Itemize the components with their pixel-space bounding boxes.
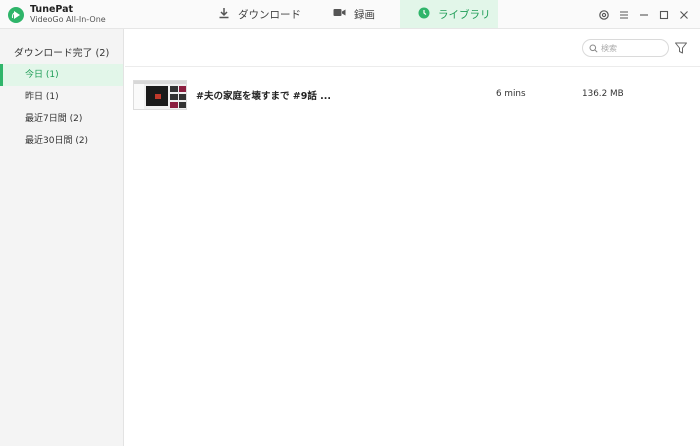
list-item[interactable]: #夫の家庭を壊すまで #9話 ... 6 mins 136.2 MB: [125, 77, 700, 113]
item-duration: 6 mins: [496, 89, 526, 99]
search-input[interactable]: [601, 41, 665, 55]
video-thumbnail: [133, 80, 187, 110]
clock-icon: [418, 7, 430, 22]
sidebar-item-today[interactable]: 今日 (1): [0, 64, 123, 86]
maximize-icon[interactable]: [657, 8, 671, 22]
search-box[interactable]: [582, 39, 669, 57]
sidebar-item-last-7-days[interactable]: 最近7日間 (2): [0, 108, 123, 130]
tab-label: ダウンロード: [238, 8, 301, 21]
video-camera-icon: [333, 7, 346, 21]
tab-record[interactable]: 録画: [327, 0, 401, 28]
app-subtitle: VideoGo All-In-One: [30, 15, 106, 24]
search-icon: [589, 44, 598, 53]
sidebar-item-last-30-days[interactable]: 最近30日間 (2): [0, 130, 123, 152]
sidebar: ダウンロード完了 (2) 今日 (1) 昨日 (1) 最近7日間 (2) 最近3…: [0, 29, 124, 446]
filter-icon[interactable]: [674, 40, 688, 54]
sidebar-item-yesterday[interactable]: 昨日 (1): [0, 86, 123, 108]
menu-icon[interactable]: [617, 8, 631, 22]
title-bar: TunePat VideoGo All-In-One ダウンロード 録画 ライブ…: [0, 0, 700, 29]
tab-library[interactable]: ライブラリ: [400, 0, 498, 28]
tab-label: 録画: [354, 8, 375, 21]
minimize-icon[interactable]: [637, 8, 651, 22]
item-file-size: 136.2 MB: [582, 89, 624, 99]
toolbar: [125, 29, 700, 67]
download-icon: [218, 7, 230, 22]
tab-download[interactable]: ダウンロード: [210, 0, 308, 28]
app-logo-icon: [8, 7, 24, 23]
sidebar-title: ダウンロード完了 (2): [14, 48, 110, 59]
close-icon[interactable]: [677, 8, 691, 22]
tab-label: ライブラリ: [438, 8, 491, 21]
item-title: #夫の家庭を壊すまで #9話 ...: [196, 91, 331, 102]
settings-icon[interactable]: [597, 8, 611, 22]
app-name: TunePat: [30, 4, 74, 15]
